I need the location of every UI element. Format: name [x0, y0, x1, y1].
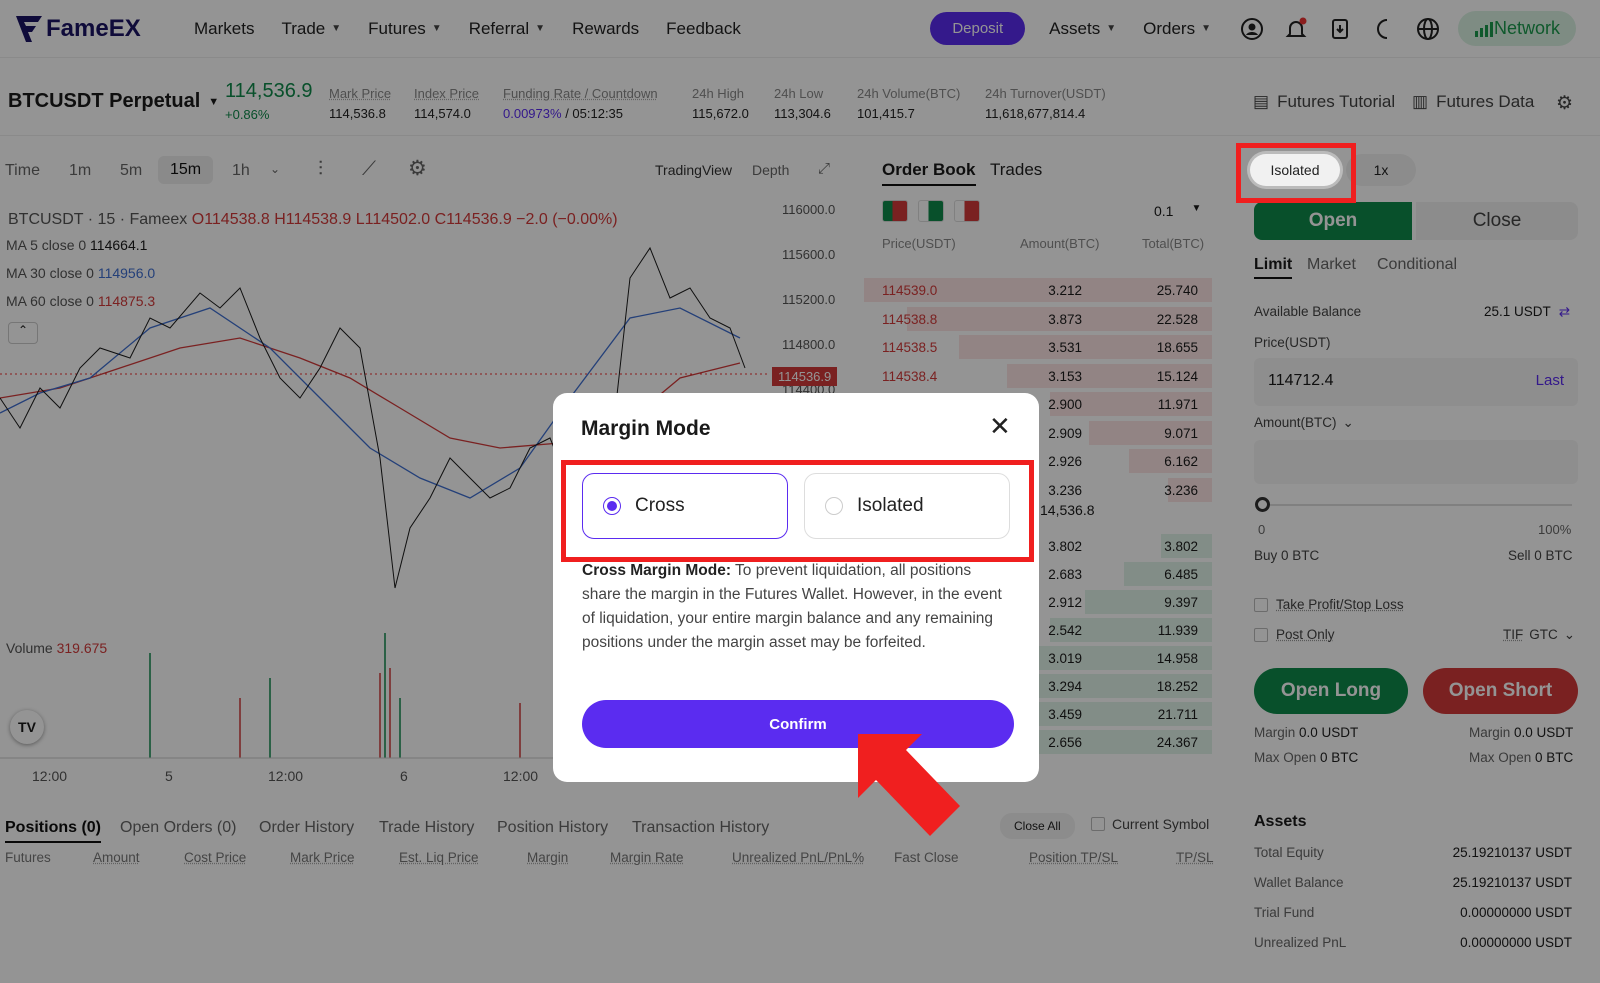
- description-heading: Cross Margin Mode:: [582, 562, 731, 579]
- options-highlight-box: [561, 460, 1034, 562]
- pointer-arrow-icon: [858, 734, 960, 836]
- close-icon[interactable]: ✕: [989, 411, 1011, 442]
- margin-mode-dialog: Margin Mode ✕ Cross Isolated Cross Margi…: [553, 393, 1039, 782]
- cross-description: Cross Margin Mode: To prevent liquidatio…: [582, 559, 1014, 655]
- dialog-title: Margin Mode: [581, 417, 711, 440]
- highlight-box: [1236, 143, 1356, 203]
